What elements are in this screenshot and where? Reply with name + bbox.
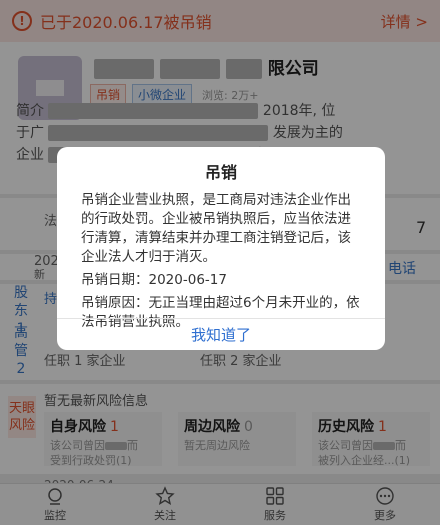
revoke-dialog: 吊销 吊销企业营业执照，是工商局对违法企业作出的行政处罚。企业被吊销执照后，应当… — [57, 147, 385, 350]
dialog-body: 吊销企业营业执照，是工商局对违法企业作出的行政处罚。企业被吊销执照后，应当依法进… — [57, 183, 385, 332]
dialog-title: 吊销 — [204, 163, 237, 182]
company-detail-page: ! 已于2020.06.17被吊销 详情 > 限公司 吊销 小微企业 浏览: 2… — [0, 0, 440, 525]
dialog-explanation: 吊销企业营业执照，是工商局对违法企业作出的行政处罚。企业被吊销执照后，应当依法进… — [81, 192, 351, 265]
confirm-button[interactable]: 我知道了 — [57, 318, 385, 350]
revoke-date: 吊销日期：2020-06-17 — [81, 272, 227, 288]
